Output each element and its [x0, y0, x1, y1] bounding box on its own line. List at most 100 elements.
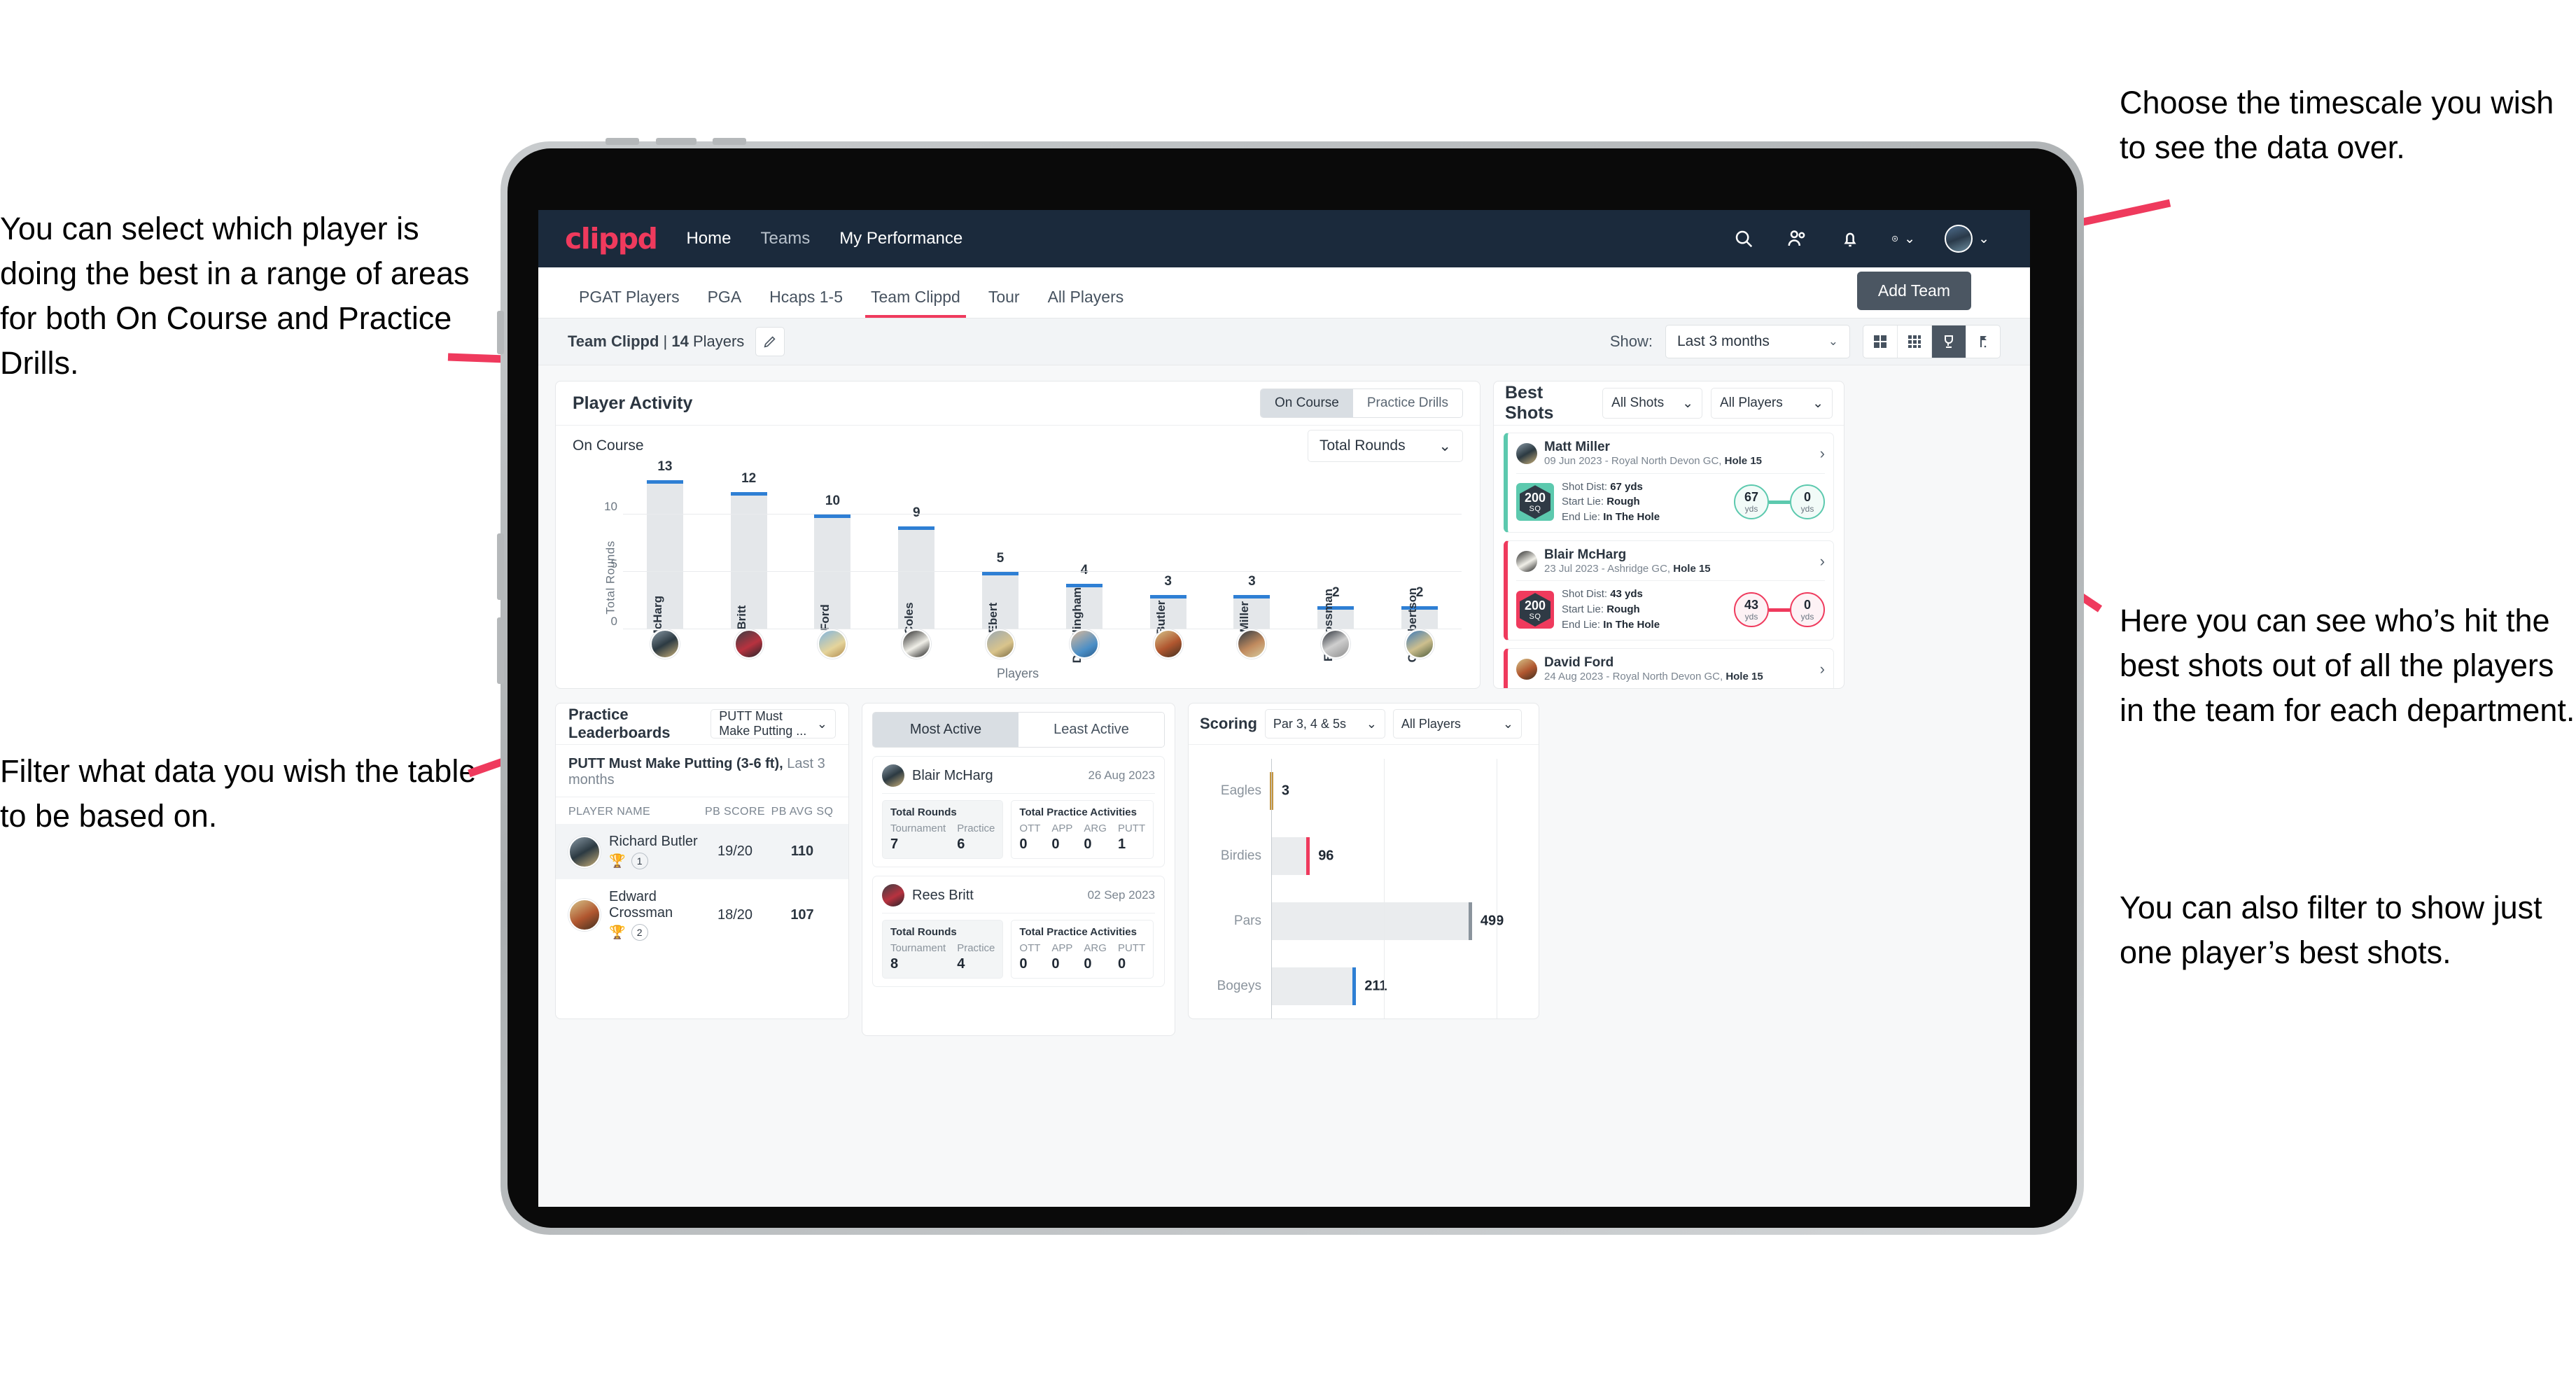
chart-bar[interactable]: 12 R. Britt [730, 471, 767, 645]
chart-avatar-cell[interactable] [1294, 629, 1378, 659]
chart-bar-cap [1233, 594, 1270, 598]
chart-bar[interactable]: 9 J. Coles [898, 505, 935, 648]
practice-drill-select[interactable]: PUTT Must Make Putting ... ⌄ [710, 709, 836, 738]
annotation-left-top: You can select which player is doing the… [0, 211, 470, 381]
segment-practice-drills[interactable]: Practice Drills [1352, 389, 1462, 417]
player-avatar[interactable] [1405, 629, 1435, 659]
player-avatar[interactable] [1153, 629, 1183, 659]
chevron-down-icon-profile[interactable]: ⌄ [1978, 231, 1989, 247]
segment-on-course[interactable]: On Course [1261, 389, 1353, 417]
chart-bar-column[interactable]: 13 B. McHarg [623, 459, 707, 654]
activity-date: 02 Sep 2023 [1087, 888, 1155, 902]
best-shot-card[interactable]: Blair McHarg 23 Jul 2023 - Ashridge GC, H… [1504, 540, 1834, 640]
chart-avatar-cell[interactable] [1378, 629, 1462, 659]
metric-select[interactable]: Total Rounds ⌄ [1308, 430, 1463, 462]
nav-link-my-performance[interactable]: My Performance [839, 229, 962, 248]
chevron-right-icon[interactable]: › [1820, 660, 1825, 678]
player-avatar [1516, 551, 1537, 573]
total-rounds-box: Total Rounds Tournament 8 Practice 4 [882, 920, 1004, 979]
chart-bar-column[interactable]: 10 D. Ford [791, 469, 875, 646]
timescale-select[interactable]: Last 3 months ⌄ [1665, 325, 1850, 358]
chart-bar-column[interactable]: 3 R. Butler [1126, 469, 1210, 650]
chart-bar[interactable]: 10 D. Ford [814, 493, 851, 646]
scoring-par-filter[interactable]: Par 3, 4 & 5s ⌄ [1264, 709, 1385, 738]
player-avatar[interactable] [818, 629, 848, 659]
activity-stat: PUTT 0 [1118, 942, 1145, 972]
best-shot-card[interactable]: David Ford 24 Aug 2023 - Royal North Devo… [1504, 648, 1834, 688]
chart-avatar-cell[interactable] [707, 629, 791, 659]
chart-bar-column[interactable]: 9 J. Coles [874, 469, 958, 648]
chart-bar-column[interactable]: 5 E. Ebert [958, 469, 1042, 648]
chart-bar[interactable]: 3 M. Miller [1233, 574, 1270, 649]
player-avatar[interactable] [1321, 629, 1351, 659]
activity-player-card[interactable]: Rees Britt 02 Sep 2023 Total Rounds Tournam… [872, 876, 1165, 987]
nav-link-home[interactable]: Home [686, 229, 731, 248]
chart-bar[interactable]: 3 R. Butler [1149, 574, 1186, 650]
total-rounds-box: Total Rounds Tournament 7 Practice 6 [882, 800, 1004, 859]
player-avatar[interactable] [986, 629, 1016, 659]
column-pb-score: PB SCORE [705, 806, 765, 818]
view-flag-button[interactable] [1966, 326, 2000, 358]
chart-bar-column[interactable]: 2 C. Robertson [1378, 469, 1462, 662]
profile-menu[interactable]: ⌄ [1945, 225, 1989, 253]
chart-avatar-cell[interactable] [1042, 629, 1126, 659]
tab-most-active[interactable]: Most Active [873, 713, 1018, 747]
chart-bar-column[interactable]: 4 D. Billingham [1042, 469, 1126, 663]
nav-link-teams[interactable]: Teams [761, 229, 811, 248]
tab-hcaps-1-5[interactable]: Hcaps 1-5 [755, 288, 857, 318]
best-shots-shot-filter[interactable]: All Shots ⌄ [1602, 388, 1702, 419]
chart-bar[interactable]: 4 D. Billingham [1065, 563, 1102, 663]
player-avatar[interactable] [1237, 629, 1267, 659]
bell-icon[interactable] [1838, 227, 1862, 251]
add-team-button[interactable]: Add Team [1856, 272, 1971, 310]
edit-team-button[interactable] [755, 327, 785, 356]
table-row[interactable]: Richard Butler 🏆 1 19/20 110 [556, 824, 848, 879]
chevron-right-icon[interactable]: › [1820, 444, 1825, 463]
practice-leaderboards-header: Practice Leaderboards PUTT Must Make Put… [556, 704, 848, 745]
chart-bar-column[interactable]: 3 M. Miller [1210, 469, 1294, 649]
chart-bar[interactable]: 2 E. Crossman [1317, 585, 1354, 662]
tab-pgat-players[interactable]: PGAT Players [565, 288, 694, 318]
view-grid-large-button[interactable] [1863, 326, 1898, 358]
chart-bar[interactable]: 5 E. Ebert [982, 551, 1019, 648]
activity-stat: ARG 0 [1084, 942, 1107, 972]
plus-circle-icon[interactable]: ⌄ [1891, 227, 1915, 251]
player-avatar[interactable] [650, 629, 680, 659]
clippd-logo[interactable]: clippd [565, 222, 658, 255]
chart-avatar-cell[interactable] [1210, 629, 1294, 659]
best-shots-player-filter[interactable]: All Players ⌄ [1711, 388, 1833, 419]
player-avatar[interactable] [1069, 629, 1099, 659]
scoring-player-filter[interactable]: All Players ⌄ [1392, 709, 1522, 738]
view-trophy-button[interactable] [1932, 326, 1966, 358]
player-avatar[interactable] [902, 629, 932, 659]
view-grid-small-button[interactable] [1898, 326, 1932, 358]
activity-player-card[interactable]: Blair McHarg 26 Aug 2023 Total Rounds Tourn… [872, 756, 1165, 867]
chart-bar-column[interactable]: 12 R. Britt [707, 469, 791, 645]
chart-avatar-cell[interactable] [791, 629, 875, 659]
leaderboard-player-info: Richard Butler 🏆 1 [609, 834, 698, 869]
dashboard-content: Player Activity On Course Practice Drill… [538, 365, 2030, 1051]
tab-team-clippd[interactable]: Team Clippd [857, 288, 974, 318]
chart-bar[interactable]: 2 C. Robertson [1401, 585, 1438, 662]
chevron-right-icon[interactable]: › [1820, 552, 1825, 570]
chart-avatar-cell[interactable] [958, 629, 1042, 659]
chart-avatar-cell[interactable] [874, 629, 958, 659]
tab-all-players[interactable]: All Players [1034, 288, 1138, 318]
chart-avatar-cell[interactable] [1126, 629, 1210, 659]
best-shot-identity: Blair McHarg 23 Jul 2023 - Ashridge GC, H… [1544, 547, 1711, 576]
best-shot-card[interactable]: Matt Miller 09 Jun 2023 - Royal North Dev… [1504, 433, 1834, 533]
avatar[interactable] [1945, 225, 1973, 253]
table-row[interactable]: Edward Crossman 🏆 2 18/20 107 [556, 879, 848, 951]
tab-least-active[interactable]: Least Active [1018, 713, 1164, 747]
chart-bar-column[interactable]: 2 E. Crossman [1294, 469, 1378, 662]
tab-pga[interactable]: PGA [694, 288, 756, 318]
best-shot-body: 200 SQ Shot Dist: 67 yds Start Lie: Rough En… [1516, 479, 1825, 525]
player-avatar[interactable] [734, 629, 764, 659]
chart-bar[interactable]: 13 B. McHarg [646, 459, 683, 654]
chart-avatar-cell[interactable] [623, 629, 707, 659]
chevron-down-icon-plus[interactable]: ⌄ [1904, 231, 1915, 247]
search-icon[interactable] [1732, 227, 1756, 251]
shot-quality-value: 200 [1524, 598, 1546, 612]
tab-tour[interactable]: Tour [974, 288, 1034, 318]
team-people-icon[interactable] [1785, 227, 1809, 251]
